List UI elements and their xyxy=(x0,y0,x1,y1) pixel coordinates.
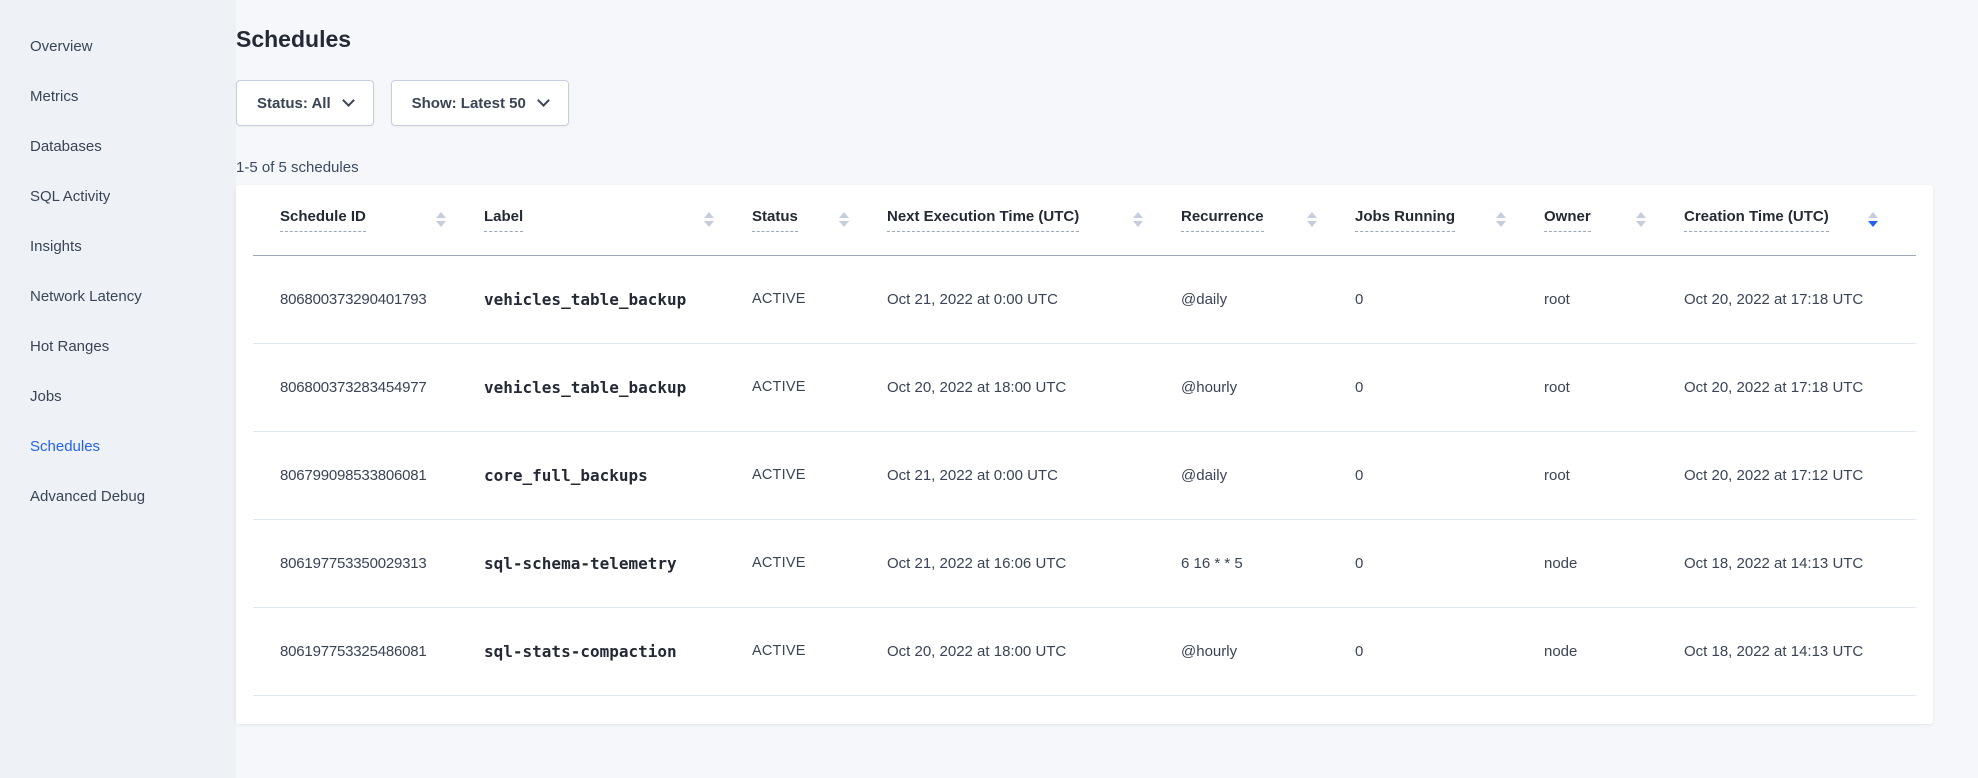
table-row[interactable]: 806197753350029313 sql-schema-telemetry … xyxy=(253,519,1916,607)
sidebar-item-jobs[interactable]: Jobs xyxy=(30,387,236,406)
column-header-label[interactable]: Label xyxy=(484,185,752,255)
column-header-schedule-id[interactable]: Schedule ID xyxy=(253,185,484,255)
column-label: Status xyxy=(752,208,798,232)
sidebar-item-databases[interactable]: Databases xyxy=(30,137,236,156)
cell-status: ACTIVE xyxy=(752,431,887,519)
sort-icon[interactable] xyxy=(704,212,714,227)
sort-icon[interactable] xyxy=(1307,212,1317,227)
cell-schedule-id: 806800373283454977 xyxy=(253,343,484,431)
schedules-table-card: Schedule ID Label Stat xyxy=(236,185,1933,724)
schedules-table: Schedule ID Label Stat xyxy=(253,185,1916,696)
cell-label: vehicles_table_backup xyxy=(484,343,752,431)
sort-icon[interactable] xyxy=(1636,212,1646,227)
cell-schedule-id: 806799098533806081 xyxy=(253,431,484,519)
column-header-creation-time[interactable]: Creation Time (UTC) xyxy=(1684,185,1916,255)
cell-next-execution: Oct 20, 2022 at 18:00 UTC xyxy=(887,343,1181,431)
cell-creation-time: Oct 18, 2022 at 14:13 UTC xyxy=(1684,607,1916,695)
column-label: Jobs Running xyxy=(1355,208,1455,232)
column-label: Next Execution Time (UTC) xyxy=(887,208,1079,232)
table-row[interactable]: 806800373283454977 vehicles_table_backup… xyxy=(253,343,1916,431)
cell-owner: root xyxy=(1544,431,1684,519)
filter-bar: Status: All Show: Latest 50 xyxy=(236,80,1933,126)
sidebar-item-hot-ranges[interactable]: Hot Ranges xyxy=(30,337,236,356)
sidebar-item-overview[interactable]: Overview xyxy=(30,37,236,56)
table-header-row: Schedule ID Label Stat xyxy=(253,185,1916,255)
sort-icon-active-desc[interactable] xyxy=(1868,212,1878,227)
page-title: Schedules xyxy=(236,24,1933,54)
table-row[interactable]: 806197753325486081 sql-stats-compaction … xyxy=(253,607,1916,695)
cell-jobs-running: 0 xyxy=(1355,343,1544,431)
cell-schedule-id: 806800373290401793 xyxy=(253,255,484,343)
cell-creation-time: Oct 20, 2022 at 17:18 UTC xyxy=(1684,255,1916,343)
main-content: Schedules Status: All Show: Latest 50 1-… xyxy=(236,0,1978,778)
sidebar-item-schedules[interactable]: Schedules xyxy=(30,437,236,456)
sidebar-item-advanced-debug[interactable]: Advanced Debug xyxy=(30,487,236,506)
column-label: Owner xyxy=(1544,208,1591,232)
app-root: Overview Metrics Databases SQL Activity … xyxy=(0,0,1978,778)
cell-next-execution: Oct 21, 2022 at 0:00 UTC xyxy=(887,255,1181,343)
cell-recurrence: 6 16 * * 5 xyxy=(1181,519,1355,607)
show-filter-label: Show: Latest 50 xyxy=(412,95,526,112)
cell-creation-time: Oct 18, 2022 at 14:13 UTC xyxy=(1684,519,1916,607)
cell-recurrence: @hourly xyxy=(1181,343,1355,431)
cell-next-execution: Oct 21, 2022 at 0:00 UTC xyxy=(887,431,1181,519)
cell-status: ACTIVE xyxy=(752,255,887,343)
sort-icon[interactable] xyxy=(1496,212,1506,227)
cell-owner: root xyxy=(1544,255,1684,343)
cell-label: vehicles_table_backup xyxy=(484,255,752,343)
status-filter-dropdown[interactable]: Status: All xyxy=(236,80,374,126)
cell-recurrence: @hourly xyxy=(1181,607,1355,695)
sidebar-item-sql-activity[interactable]: SQL Activity xyxy=(30,187,236,206)
cell-owner: node xyxy=(1544,607,1684,695)
column-label: Label xyxy=(484,208,523,232)
status-filter-label: Status: All xyxy=(257,95,331,112)
chevron-down-icon xyxy=(537,94,550,107)
column-header-recurrence[interactable]: Recurrence xyxy=(1181,185,1355,255)
column-header-status[interactable]: Status xyxy=(752,185,887,255)
cell-next-execution: Oct 21, 2022 at 16:06 UTC xyxy=(887,519,1181,607)
results-summary: 1-5 of 5 schedules xyxy=(236,159,1933,176)
table-row[interactable]: 806800373290401793 vehicles_table_backup… xyxy=(253,255,1916,343)
cell-next-execution: Oct 20, 2022 at 18:00 UTC xyxy=(887,607,1181,695)
column-label: Recurrence xyxy=(1181,208,1264,232)
column-label: Schedule ID xyxy=(280,208,366,232)
cell-schedule-id: 806197753350029313 xyxy=(253,519,484,607)
cell-jobs-running: 0 xyxy=(1355,519,1544,607)
cell-label: core_full_backups xyxy=(484,431,752,519)
cell-recurrence: @daily xyxy=(1181,431,1355,519)
cell-owner: node xyxy=(1544,519,1684,607)
sidebar-item-metrics[interactable]: Metrics xyxy=(30,87,236,106)
show-filter-dropdown[interactable]: Show: Latest 50 xyxy=(391,80,569,126)
cell-recurrence: @daily xyxy=(1181,255,1355,343)
column-label: Creation Time (UTC) xyxy=(1684,208,1829,232)
column-header-jobs-running[interactable]: Jobs Running xyxy=(1355,185,1544,255)
cell-label: sql-schema-telemetry xyxy=(484,519,752,607)
cell-creation-time: Oct 20, 2022 at 17:12 UTC xyxy=(1684,431,1916,519)
sort-icon[interactable] xyxy=(436,212,446,227)
sort-icon[interactable] xyxy=(839,212,849,227)
cell-status: ACTIVE xyxy=(752,343,887,431)
cell-schedule-id: 806197753325486081 xyxy=(253,607,484,695)
cell-status: ACTIVE xyxy=(752,607,887,695)
table-row[interactable]: 806799098533806081 core_full_backups ACT… xyxy=(253,431,1916,519)
column-header-owner[interactable]: Owner xyxy=(1544,185,1684,255)
chevron-down-icon xyxy=(342,94,355,107)
column-header-next-execution-time[interactable]: Next Execution Time (UTC) xyxy=(887,185,1181,255)
sidebar-item-insights[interactable]: Insights xyxy=(30,237,236,256)
cell-jobs-running: 0 xyxy=(1355,431,1544,519)
sidebar-nav: Overview Metrics Databases SQL Activity … xyxy=(0,0,236,778)
sidebar-item-network-latency[interactable]: Network Latency xyxy=(30,287,236,306)
cell-creation-time: Oct 20, 2022 at 17:18 UTC xyxy=(1684,343,1916,431)
sort-icon[interactable] xyxy=(1133,212,1143,227)
cell-jobs-running: 0 xyxy=(1355,607,1544,695)
cell-owner: root xyxy=(1544,343,1684,431)
cell-jobs-running: 0 xyxy=(1355,255,1544,343)
cell-label: sql-stats-compaction xyxy=(484,607,752,695)
cell-status: ACTIVE xyxy=(752,519,887,607)
